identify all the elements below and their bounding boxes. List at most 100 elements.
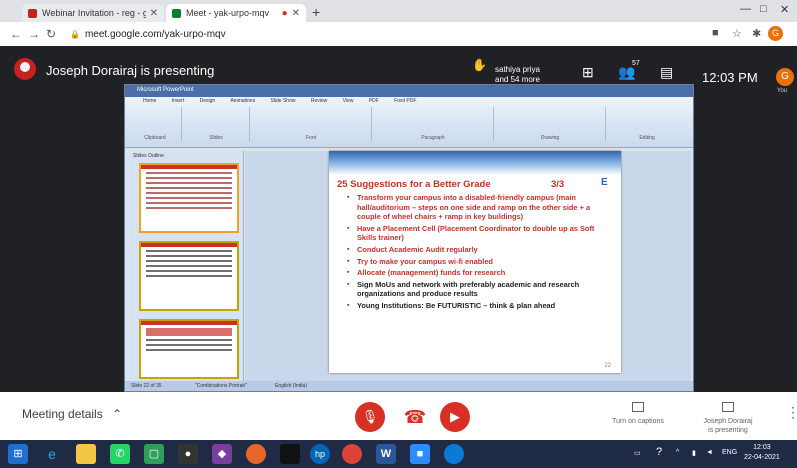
presenter-line1: Joseph Dorairaj xyxy=(703,418,753,425)
ribbon-tab-pdf[interactable]: PDF xyxy=(369,98,379,104)
ribbon-tab-animations[interactable]: Animations xyxy=(230,98,255,104)
hand-wave-icon: ✋ xyxy=(472,58,487,72)
ribbon-group-slides: Slides xyxy=(183,107,250,141)
tab-webinar-invitation[interactable]: Webinar Invitation - reg - gugu@... ✕ xyxy=(22,4,164,22)
mic-toggle-button[interactable]: 🎙 xyxy=(355,402,385,432)
bullet-item: Young Institutions: Be FUTURISTIC – thin… xyxy=(347,301,609,311)
close-tab-icon[interactable]: ✕ xyxy=(150,8,158,19)
chrome-icon[interactable] xyxy=(342,444,362,464)
presenter-avatar xyxy=(14,58,36,80)
captions-label: Turn on captions xyxy=(612,418,664,425)
taskbar-time: 12:03 xyxy=(753,444,771,451)
back-icon[interactable]: ← xyxy=(10,27,22,41)
leave-call-button[interactable]: ☎ xyxy=(400,402,430,432)
status-language: English (India) xyxy=(275,383,307,389)
powerpoint-status-bar: Slide 22 of 35 "Combinations Portrait" E… xyxy=(125,381,693,391)
ribbon-tab-view[interactable]: View xyxy=(343,98,354,104)
forward-icon[interactable]: → xyxy=(28,27,40,41)
minimize-button[interactable]: — xyxy=(740,3,751,15)
gmail-icon xyxy=(28,8,37,18)
ribbon-tab-review[interactable]: Review xyxy=(311,98,327,104)
ribbon-tab-foxit[interactable]: Foxit PDF xyxy=(394,98,416,104)
app-green-icon[interactable]: ▢ xyxy=(144,444,164,464)
edge-new-icon[interactable] xyxy=(444,444,464,464)
extensions-icon[interactable]: ✱ xyxy=(752,27,761,40)
browser-tab-strip: Webinar Invitation - reg - gugu@... ✕ Me… xyxy=(0,0,797,22)
new-tab-button[interactable]: + xyxy=(312,4,320,20)
powerpoint-title: Microsoft PowerPoint xyxy=(137,87,194,93)
keyboard-icon[interactable]: ▭ xyxy=(634,449,641,457)
slide-page-indicator: 3/3 xyxy=(551,179,565,190)
captions-icon xyxy=(632,402,644,412)
bullet-item: Allocate (management) funds for research xyxy=(347,268,609,278)
status-theme: "Combinations Portrait" xyxy=(195,383,247,389)
app-black-icon[interactable] xyxy=(280,444,300,464)
volume-icon[interactable]: ◄ xyxy=(706,449,713,456)
profile-avatar[interactable]: G xyxy=(768,26,783,41)
presenter-line2: is presenting xyxy=(708,427,748,434)
tray-expand-icon[interactable]: ^ xyxy=(676,449,679,456)
close-window-button[interactable]: ✕ xyxy=(780,3,789,16)
bullet-item: Conduct Academic Audit regularly xyxy=(347,245,609,255)
language-indicator[interactable]: ENG xyxy=(722,449,737,456)
app-dark-icon[interactable]: ● xyxy=(178,444,198,464)
tab-google-meet[interactable]: Meet - yak-urpo-mqv ● ✕ xyxy=(166,4,306,22)
ribbon-tabs: Home Insert Design Animations Slide Show… xyxy=(143,98,430,104)
people-count: 57 xyxy=(632,60,640,67)
slide-number: 22 xyxy=(604,363,611,369)
maximize-button[interactable]: □ xyxy=(760,3,767,15)
windows-start-icon[interactable]: ⊞ xyxy=(8,444,28,464)
captions-button[interactable]: Turn on captions xyxy=(598,402,678,426)
ribbon-tab-insert[interactable]: Insert xyxy=(172,98,185,104)
help-icon[interactable]: ? xyxy=(656,446,662,458)
grid-layout-icon[interactable]: ⊞ xyxy=(582,64,594,81)
camera-toggle-button[interactable]: ▶ xyxy=(440,402,470,432)
bullet-item: Sign MoUs and network with preferably ac… xyxy=(347,280,609,299)
network-icon[interactable]: ▮ xyxy=(692,449,696,457)
camera-indicator-icon[interactable]: ■ xyxy=(712,27,719,39)
meeting-details-button[interactable]: Meeting details ⌃ xyxy=(22,407,122,421)
hp-icon[interactable]: hp xyxy=(310,444,330,464)
slide-thumbnail[interactable] xyxy=(139,163,239,233)
zoom-icon[interactable]: ■ xyxy=(410,444,430,464)
close-tab-icon[interactable]: ✕ xyxy=(292,8,300,19)
ribbon-tab-slideshow[interactable]: Slide Show xyxy=(270,98,295,104)
ribbon-tab-home[interactable]: Home xyxy=(143,98,156,104)
firefox-icon[interactable] xyxy=(246,444,266,464)
app-media-icon[interactable]: ◆ xyxy=(212,444,232,464)
slide-title: 25 Suggestions for a Better Grade xyxy=(337,179,491,190)
edge-icon[interactable]: e xyxy=(42,444,62,464)
panel-tabs[interactable]: Slides Outline xyxy=(133,153,164,159)
chat-icon[interactable]: ▤ xyxy=(660,64,673,81)
word-icon[interactable]: W xyxy=(376,444,396,464)
present-button[interactable]: Joseph Dorairaj is presenting xyxy=(688,402,768,435)
tab-label: Webinar Invitation - reg - gugu@... xyxy=(42,8,146,18)
more-options-icon[interactable]: ⋮ xyxy=(786,404,797,421)
meet-icon xyxy=(172,8,181,18)
slide-header-wave xyxy=(329,151,621,175)
taskbar-clock[interactable]: 12:03 22-04-2021 xyxy=(744,443,780,463)
slide-thumbnail[interactable] xyxy=(139,319,239,379)
participants-line1: sathiya priya xyxy=(495,65,540,74)
participants-summary: sathiya priya and 54 more xyxy=(495,65,540,85)
taskbar-date: 22-04-2021 xyxy=(744,454,780,461)
slide-thumbnail[interactable] xyxy=(139,241,239,311)
bookmark-star-icon[interactable]: ☆ xyxy=(732,27,742,40)
ribbon-group-drawing: Drawing xyxy=(495,107,606,141)
slide-editor-area: 25 Suggestions for a Better Grade 3/3 E … xyxy=(245,151,691,381)
present-icon xyxy=(722,402,734,412)
file-explorer-icon[interactable] xyxy=(76,444,96,464)
you-label: You xyxy=(777,88,788,94)
meet-control-bar: Meeting details ⌃ 🎙 ☎ ▶ Turn on captions… xyxy=(0,392,797,440)
ribbon-tab-design[interactable]: Design xyxy=(200,98,216,104)
reload-icon[interactable]: ↻ xyxy=(46,27,56,41)
url-field[interactable]: 🔒 meet.google.com/yak-urpo-mqv xyxy=(70,26,226,42)
bullet-item: Try to make your campus wi-fi enabled xyxy=(347,257,609,267)
self-avatar[interactable]: G xyxy=(776,68,794,86)
recording-dot-icon: ● xyxy=(281,7,288,19)
slides-thumbnail-panel: Slides Outline xyxy=(129,151,244,381)
whatsapp-icon[interactable]: ✆ xyxy=(110,444,130,464)
lock-icon: 🔒 xyxy=(70,29,80,39)
slide-bullet-list: Transform your campus into a disabled-fr… xyxy=(347,193,609,313)
presenting-label: Joseph Dorairaj is presenting xyxy=(46,63,215,78)
